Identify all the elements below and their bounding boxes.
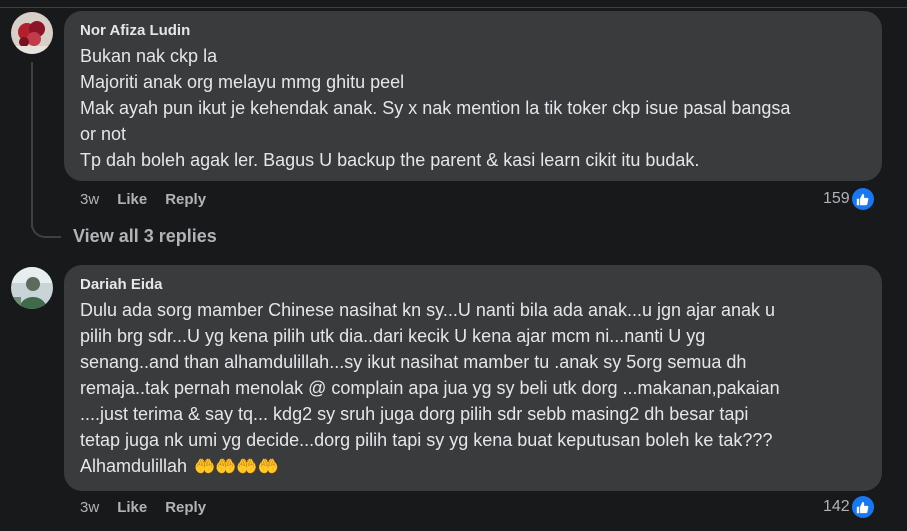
reply-thread-curve [31,216,61,238]
comment-text-line: Mak ayah pun ikut je kehendak anak. Sy x… [80,98,791,118]
avatar-image [11,12,53,54]
reaction-count: 159 [823,190,850,207]
comment-text-line: ....just terima & say tq... kdg2 sy sruh… [80,404,749,424]
comment-text-line: or not [80,124,127,144]
like-button[interactable]: Like [117,499,147,516]
comment-text-line: remaja..tak pernah menolak @ complain ap… [80,378,780,398]
comment-text-line: Tp dah boleh agak ler. Bagus U backup th… [80,150,700,170]
thumbs-up-icon [851,188,874,210]
comment-bubble: Dariah Eida Dulu ada sorg mamber Chinese… [64,265,882,491]
reply-button[interactable]: Reply [165,499,206,516]
comment-text-line: tetap juga nk umi yg decide...dorg pilih… [80,430,773,450]
avatar-image [11,267,53,309]
reaction-count: 142 [823,498,850,515]
comment-time[interactable]: 3w [80,499,99,516]
comment-author[interactable]: Dariah Eida [80,276,870,294]
comment-actions: 3w Like Reply [80,499,224,516]
comment-text-line: Alhamdulillah 🤲🤲🤲🤲 [80,453,870,480]
avatar[interactable] [11,267,53,309]
comment-bubble: Nor Afiza Ludin Bukan nak ckp la Majorit… [64,11,882,181]
comment-text-line: Majoriti anak org melayu mmg ghitu peel [80,72,405,92]
comment-time[interactable]: 3w [80,191,99,208]
reply-thread-line [31,62,33,228]
top-divider [0,7,907,8]
avatar[interactable] [11,12,53,54]
comment-text-line: Bukan nak ckp la [80,46,218,66]
reaction-summary[interactable]: 159 [823,188,874,210]
comment-text-line: pilih brg sdr...U yg kena pilih utk dia.… [80,326,706,346]
comment-actions: 3w Like Reply [80,191,224,208]
reply-button[interactable]: Reply [165,191,206,208]
comment-author[interactable]: Nor Afiza Ludin [80,22,870,40]
praying-hands-emoji: 🤲🤲🤲🤲 [194,457,279,476]
comment-text-line: Dulu ada sorg mamber Chinese nasihat kn … [80,300,776,320]
comment-text-line: senang..and than alhamdulillah...sy ikut… [80,352,747,372]
view-all-replies-link[interactable]: View all 3 replies [73,226,217,247]
reaction-summary[interactable]: 142 [823,496,874,518]
thumbs-up-icon [851,496,874,518]
comment-text-last: Alhamdulillah [80,456,188,476]
like-button[interactable]: Like [117,191,147,208]
